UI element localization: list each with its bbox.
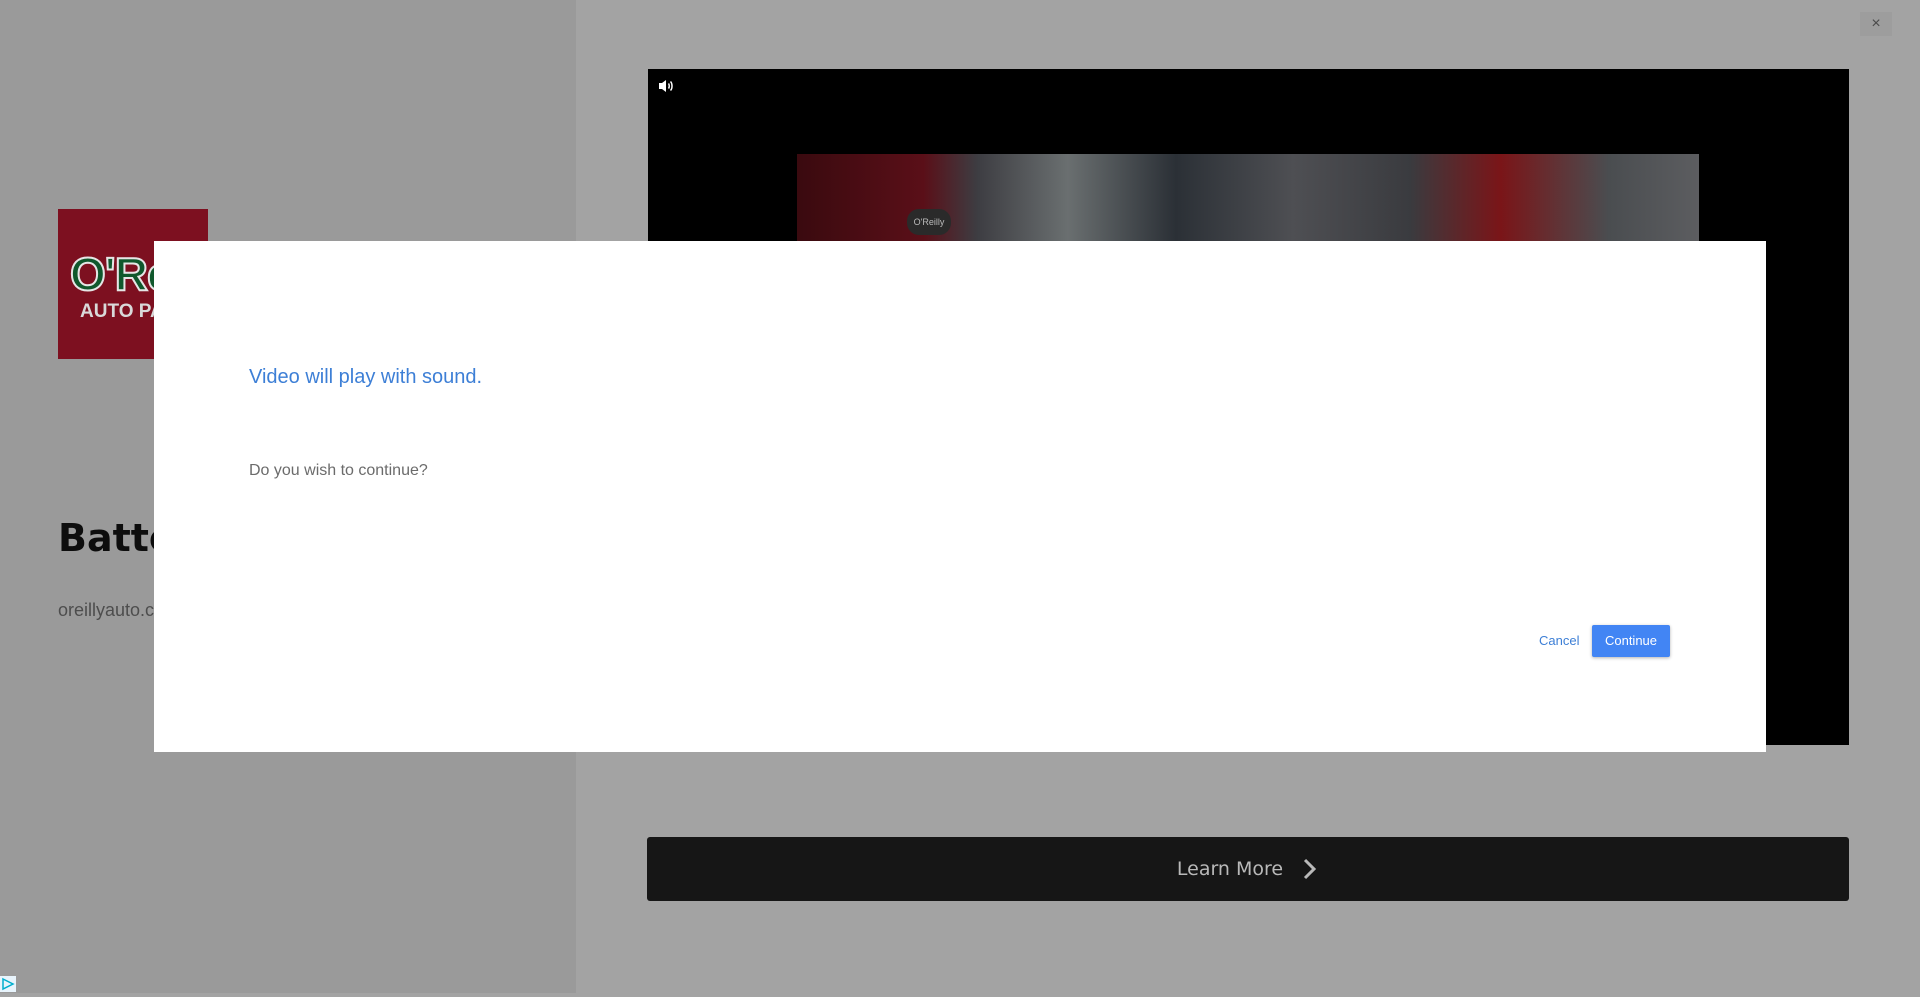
cancel-button[interactable]: Cancel xyxy=(1539,633,1579,648)
dialog-title: Video will play with sound. xyxy=(249,366,483,388)
logo-text-secondary: AUTO PA xyxy=(80,301,164,322)
close-icon[interactable]: × xyxy=(1860,12,1892,36)
chevron-right-icon xyxy=(1304,858,1317,880)
sound-confirm-dialog: Video will play with sound. Do you wish … xyxy=(154,241,1766,752)
learn-more-label: Learn More xyxy=(1176,858,1284,880)
speaker-icon[interactable] xyxy=(657,78,675,94)
video-badge: O'Reilly xyxy=(907,209,951,235)
adchoices-icon[interactable] xyxy=(0,976,16,992)
dialog-message: Do you wish to continue? xyxy=(249,462,428,479)
learn-more-button[interactable]: Learn More xyxy=(647,837,1849,901)
video-frame: O'Reilly xyxy=(797,154,1699,244)
ad-domain[interactable]: oreillyauto.c xyxy=(58,600,154,621)
continue-button[interactable]: Continue xyxy=(1592,625,1670,657)
